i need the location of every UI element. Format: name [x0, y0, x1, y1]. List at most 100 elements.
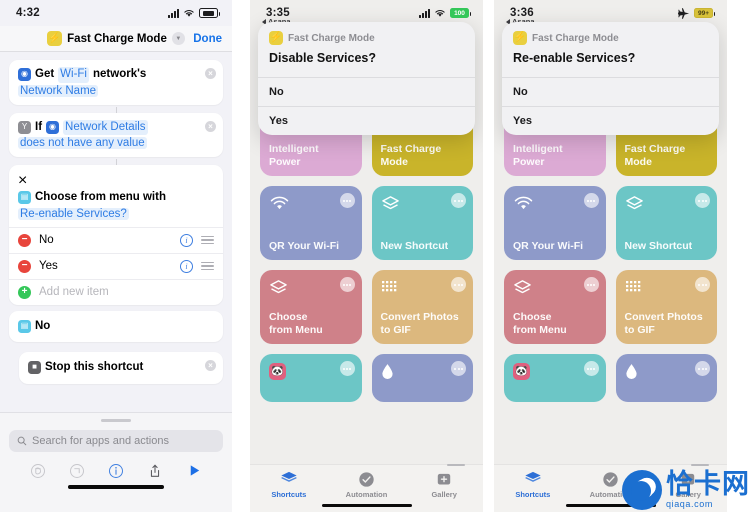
watermark-text: 恰卡网 qiaqa.com	[666, 471, 750, 509]
tile-water-drop[interactable]	[371, 354, 473, 402]
tile-label: Choose from Menu	[269, 311, 323, 337]
airplane-icon	[677, 7, 690, 19]
panel-divider-2	[483, 0, 494, 512]
dialog-question: Re-enable Services?	[513, 51, 636, 65]
status-indicators: 100	[419, 8, 471, 18]
stop-label: Stop this shortcut	[45, 361, 144, 374]
menu-dialog-panel3: ⚡ Fast Charge Mode Re-enable Services? N…	[502, 22, 719, 135]
tile-convert-photos-to-gif[interactable]: Convert Photos to GIF	[615, 270, 717, 344]
editor-header: ⚡ Fast Charge Mode ▼ Done	[0, 26, 232, 52]
sheet-grabber[interactable]	[691, 463, 709, 466]
info-icon[interactable]: i	[180, 259, 193, 273]
more-icon[interactable]	[451, 193, 466, 208]
more-icon[interactable]	[339, 277, 355, 292]
done-button[interactable]: Done	[193, 33, 222, 45]
site-watermark: 恰卡网 qiaqa.com	[622, 470, 750, 510]
status-indicators: 99+	[677, 7, 715, 20]
more-icon[interactable]	[583, 361, 599, 376]
home-indicator	[321, 503, 412, 507]
menu-item-add-new[interactable]: + Add new item	[9, 278, 223, 305]
menu-action-head: × ▤ Choose from menu with Re-enable Serv…	[9, 165, 223, 227]
more-icon[interactable]	[695, 361, 710, 376]
tile-panda[interactable]: 🐼	[504, 354, 606, 402]
tile-water-drop[interactable]	[615, 354, 717, 402]
tile-row-2: QR Your Wi-Fi New Shortcut	[260, 186, 473, 260]
redo-button[interactable]	[68, 462, 85, 479]
action-property[interactable]: Network Name	[18, 84, 99, 97]
tile-choose-from-menu[interactable]: Choose from Menu	[260, 270, 362, 344]
more-icon[interactable]	[339, 193, 355, 208]
action-text-post: network's	[93, 68, 147, 80]
tile-label: Choose from Menu	[513, 311, 567, 337]
play-button[interactable]	[186, 462, 203, 479]
clock-check-icon	[602, 470, 619, 488]
layers-icon	[280, 470, 298, 488]
remove-icon[interactable]: −	[18, 259, 31, 273]
menu-item-no[interactable]: − No i	[9, 226, 223, 253]
more-icon[interactable]	[339, 361, 355, 376]
tab-label: Shortcuts	[271, 490, 307, 499]
sheet-grabber[interactable]	[101, 419, 131, 422]
tab-gallery[interactable]: Gallery	[405, 470, 483, 499]
menu-action-variable[interactable]: Re-enable Services?	[18, 207, 129, 220]
editor-title-group[interactable]: ⚡ Fast Charge Mode ▼	[47, 31, 185, 46]
dialog-option-no[interactable]: No	[502, 77, 719, 106]
battery-icon	[199, 8, 220, 18]
drag-handle-icon[interactable]	[201, 236, 214, 244]
share-button[interactable]	[147, 462, 164, 479]
menu-item-label: No	[39, 234, 54, 247]
dialog-option-yes[interactable]: Yes	[258, 106, 475, 135]
menu-item-yes[interactable]: − Yes i	[9, 252, 223, 279]
close-icon[interactable]: ×	[205, 68, 216, 79]
dialog-option-no[interactable]: No	[258, 77, 475, 106]
remove-icon[interactable]: −	[18, 233, 31, 247]
action-card-if[interactable]: × Y If ◉ Network Details does not have a…	[9, 112, 223, 158]
drag-handle-icon[interactable]	[201, 262, 214, 270]
add-icon[interactable]: +	[18, 285, 31, 299]
action-card-case-no[interactable]: ▤ No	[9, 310, 223, 343]
info-icon[interactable]: i	[180, 233, 193, 247]
action-text-pre: Get	[35, 68, 55, 80]
tile-new-shortcut[interactable]: New Shortcut	[371, 186, 473, 260]
action-variable[interactable]: Wi-Fi	[58, 67, 89, 83]
more-icon[interactable]	[451, 277, 466, 292]
action-condition[interactable]: does not have any value	[18, 137, 147, 150]
undo-button[interactable]	[29, 462, 46, 479]
action-card-stop-shortcut[interactable]: × ■ Stop this shortcut	[19, 352, 223, 384]
tab-automation[interactable]: Automation	[328, 470, 406, 499]
dialog-option-yes[interactable]: Yes	[502, 106, 719, 135]
clock-check-icon	[358, 470, 375, 488]
more-icon[interactable]	[695, 277, 710, 292]
tab-shortcuts[interactable]: Shortcuts	[250, 470, 328, 499]
more-icon[interactable]	[583, 193, 599, 208]
search-input[interactable]: Search for apps and actions	[9, 430, 223, 452]
tile-new-shortcut[interactable]: New Shortcut	[615, 186, 717, 260]
tile-label: QR Your Wi-Fi	[269, 240, 340, 253]
chevron-down-icon[interactable]: ▼	[171, 32, 185, 45]
tab-shortcuts[interactable]: Shortcuts	[494, 470, 572, 499]
action-card-get-wifi[interactable]: × ◉ Get Wi-Fi network's Network Name	[9, 60, 223, 105]
tile-qr-your-wifi[interactable]: QR Your Wi-Fi	[504, 186, 606, 260]
tile-row-4: 🐼	[260, 354, 473, 402]
tile-label: New Shortcut	[380, 240, 449, 253]
panel-shortcut-editor: 4:32 ⚡ Fast Charge Mode ▼ Done × ◉ Get W…	[0, 0, 232, 512]
gallery-icon	[436, 470, 452, 488]
tile-qr-your-wifi[interactable]: QR Your Wi-Fi	[260, 186, 362, 260]
action-card-choose-from-menu[interactable]: × ▤ Choose from menu with Re-enable Serv…	[9, 165, 223, 305]
page-title: Fast Charge Mode	[67, 32, 167, 45]
tab-label: Gallery	[431, 490, 457, 499]
more-icon[interactable]	[583, 277, 599, 292]
tile-convert-photos-to-gif[interactable]: Convert Photos to GIF	[371, 270, 473, 344]
info-button[interactable]	[107, 462, 124, 479]
sheet-grabber[interactable]	[447, 463, 465, 466]
tile-panda[interactable]: 🐼	[260, 354, 362, 402]
tile-label: Fast Charge Mode	[380, 143, 442, 169]
action-variable[interactable]: Network Details	[63, 119, 148, 136]
tile-choose-from-menu[interactable]: Choose from Menu	[504, 270, 606, 344]
more-icon[interactable]	[451, 361, 466, 376]
close-icon[interactable]: ×	[18, 172, 214, 190]
panel-divider-1	[232, 0, 250, 512]
close-icon[interactable]: ×	[205, 120, 216, 132]
close-icon[interactable]: ×	[205, 360, 216, 372]
more-icon[interactable]	[695, 193, 710, 208]
